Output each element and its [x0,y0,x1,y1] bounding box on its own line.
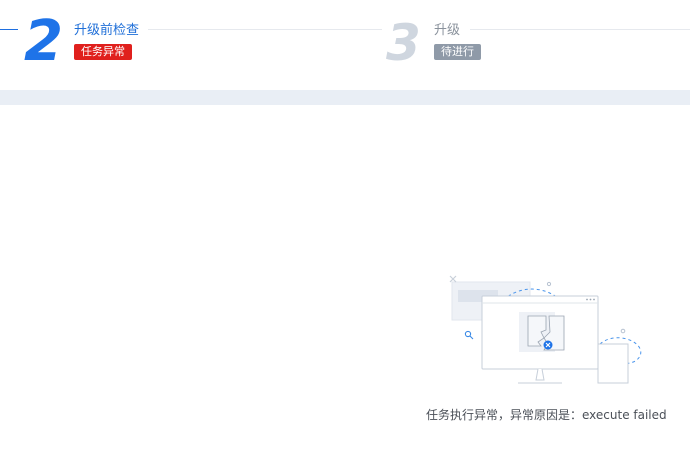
broken-document-monitor-illustration [449,275,642,384]
step-title: 升级 [434,23,461,38]
step-title: 升级前检查 [74,23,140,38]
upgrade-steps: 2 升级前检查 任务异常 3 升级 待进行 [0,0,690,90]
step-number: 3 [386,14,421,72]
upgrade-page: 2 升级前检查 任务异常 3 升级 待进行 任务执行异常，异常原因是：execu… [0,0,690,458]
step-connector-middle [148,29,382,30]
status-badge: 待进行 [434,44,481,60]
step-number: 2 [24,9,63,74]
status-badge: 任务异常 [74,44,132,60]
error-message: 任务执行异常，异常原因是：execute failed [426,408,667,422]
step-connector-right [470,29,690,30]
step-connector-left [0,29,18,30]
section-divider [0,90,690,105]
